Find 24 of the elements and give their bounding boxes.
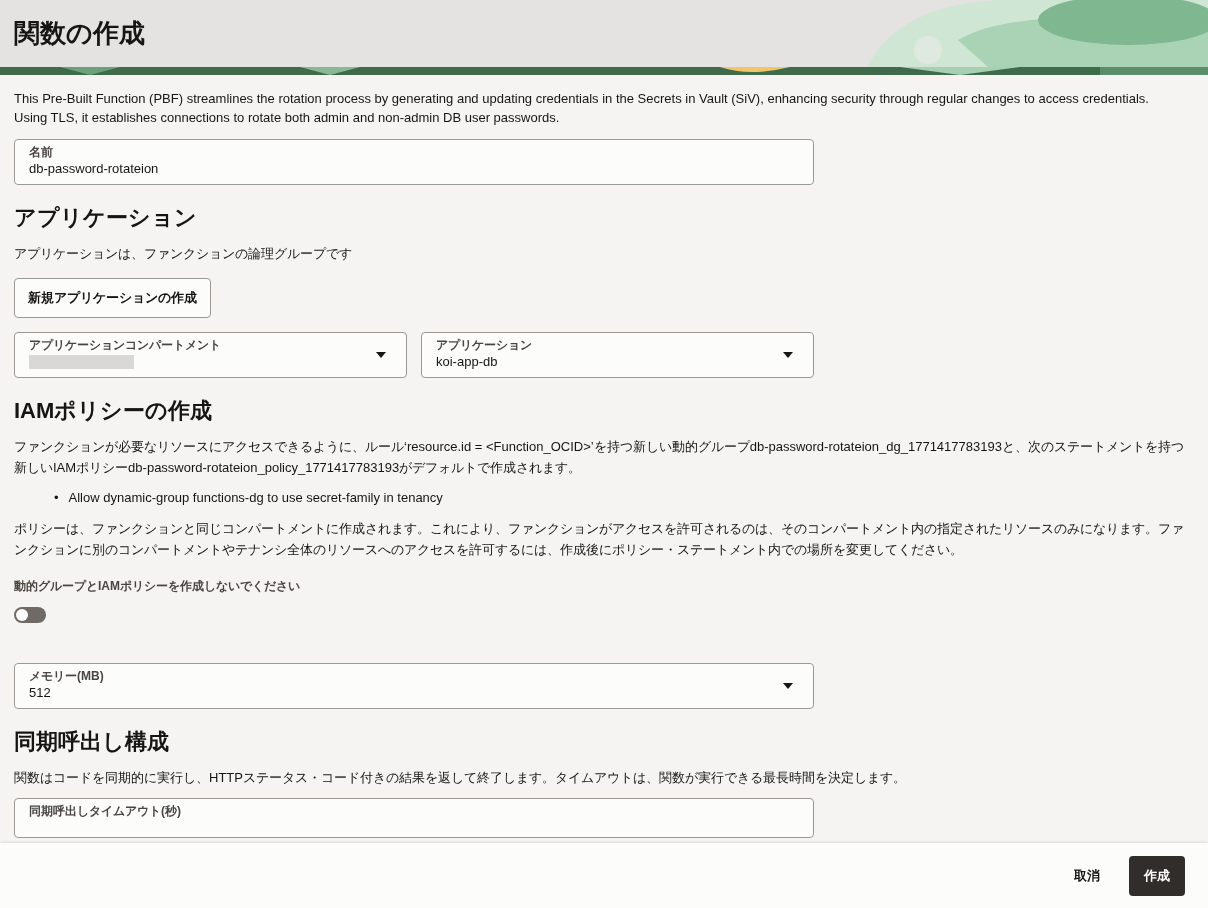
name-field[interactable]: 名前 db-password-rotateion: [14, 139, 814, 185]
create-button[interactable]: 作成: [1129, 855, 1185, 896]
policy-statement: Allow dynamic-group functions-dg to use secret-family in tenancy: [68, 489, 443, 507]
caret-icon: [783, 352, 793, 358]
caret-icon: [783, 683, 793, 689]
section-heading: IAMポリシーの作成: [14, 397, 214, 425]
memory-select[interactable]: メモリー(MB) 512: [14, 663, 814, 709]
create-application-button[interactable]: 新規アプリケーションの作成: [14, 278, 211, 318]
section-text: 関数はコードを同期的に実行し、HTTPステータス・コード付きの結果を返して終了します。タイムアウトは、関数が実行できる最長時間を決定します。: [14, 769, 907, 787]
cancel-button[interactable]: 取消: [1059, 855, 1115, 896]
select-field[interactable]: アプリケーション koi-app-db: [421, 332, 814, 378]
timeout-field[interactable]: 同期呼出しタイムアウト(秒): [14, 798, 814, 838]
page-title: 関数の作成: [14, 17, 145, 50]
section-heading: アプリケーション: [14, 204, 198, 232]
section-heading: 同期呼出し構成: [14, 728, 170, 756]
section-text: アプリケーションは、ファンクションの論理グループです: [14, 245, 353, 263]
description-text: This Pre-Built Function (PBF) streamlines the rotation process by generating and updating credentials in the Secrets in Vault (SiV), enhancing security through regular changes to access credentials. Using TLS, it establishes connections to rotate both admin and non-admin DB user passwords.: [14, 90, 1150, 127]
section-text: ファンクションが必要なリソースにアクセスできるように、ルール‘resource.id = <Function_OCID>’を持つ新しい動的グループdb-password-rotateion_dg_1771417783193と、次のステートメントを持つ新しいIAMポリシーdb-password-rotateion_policy_1771417783193がデフォルトで作成されます。: [14, 438, 1185, 477]
toggle-label: 動的グループとIAMポリシーを作成しないでください: [14, 578, 301, 595]
toggle-switch[interactable]: [14, 607, 46, 623]
select-field[interactable]: アプリケーションコンパートメント: [14, 332, 407, 378]
section-text: ポリシーは、ファンクションと同じコンパートメントに作成されます。これにより、ファンクションがアクセスを許可されるのは、そのコンパートメント内の指定されたリソースのみになります。ファンクションに別のコンパートメントやテナンシ全体のリソースへのアクセスを許可するには、作成後にポリシー・ステートメント内での場所を変更してください。: [14, 520, 1185, 559]
bullet-mark: •: [54, 489, 59, 507]
caret-icon: [376, 352, 386, 358]
